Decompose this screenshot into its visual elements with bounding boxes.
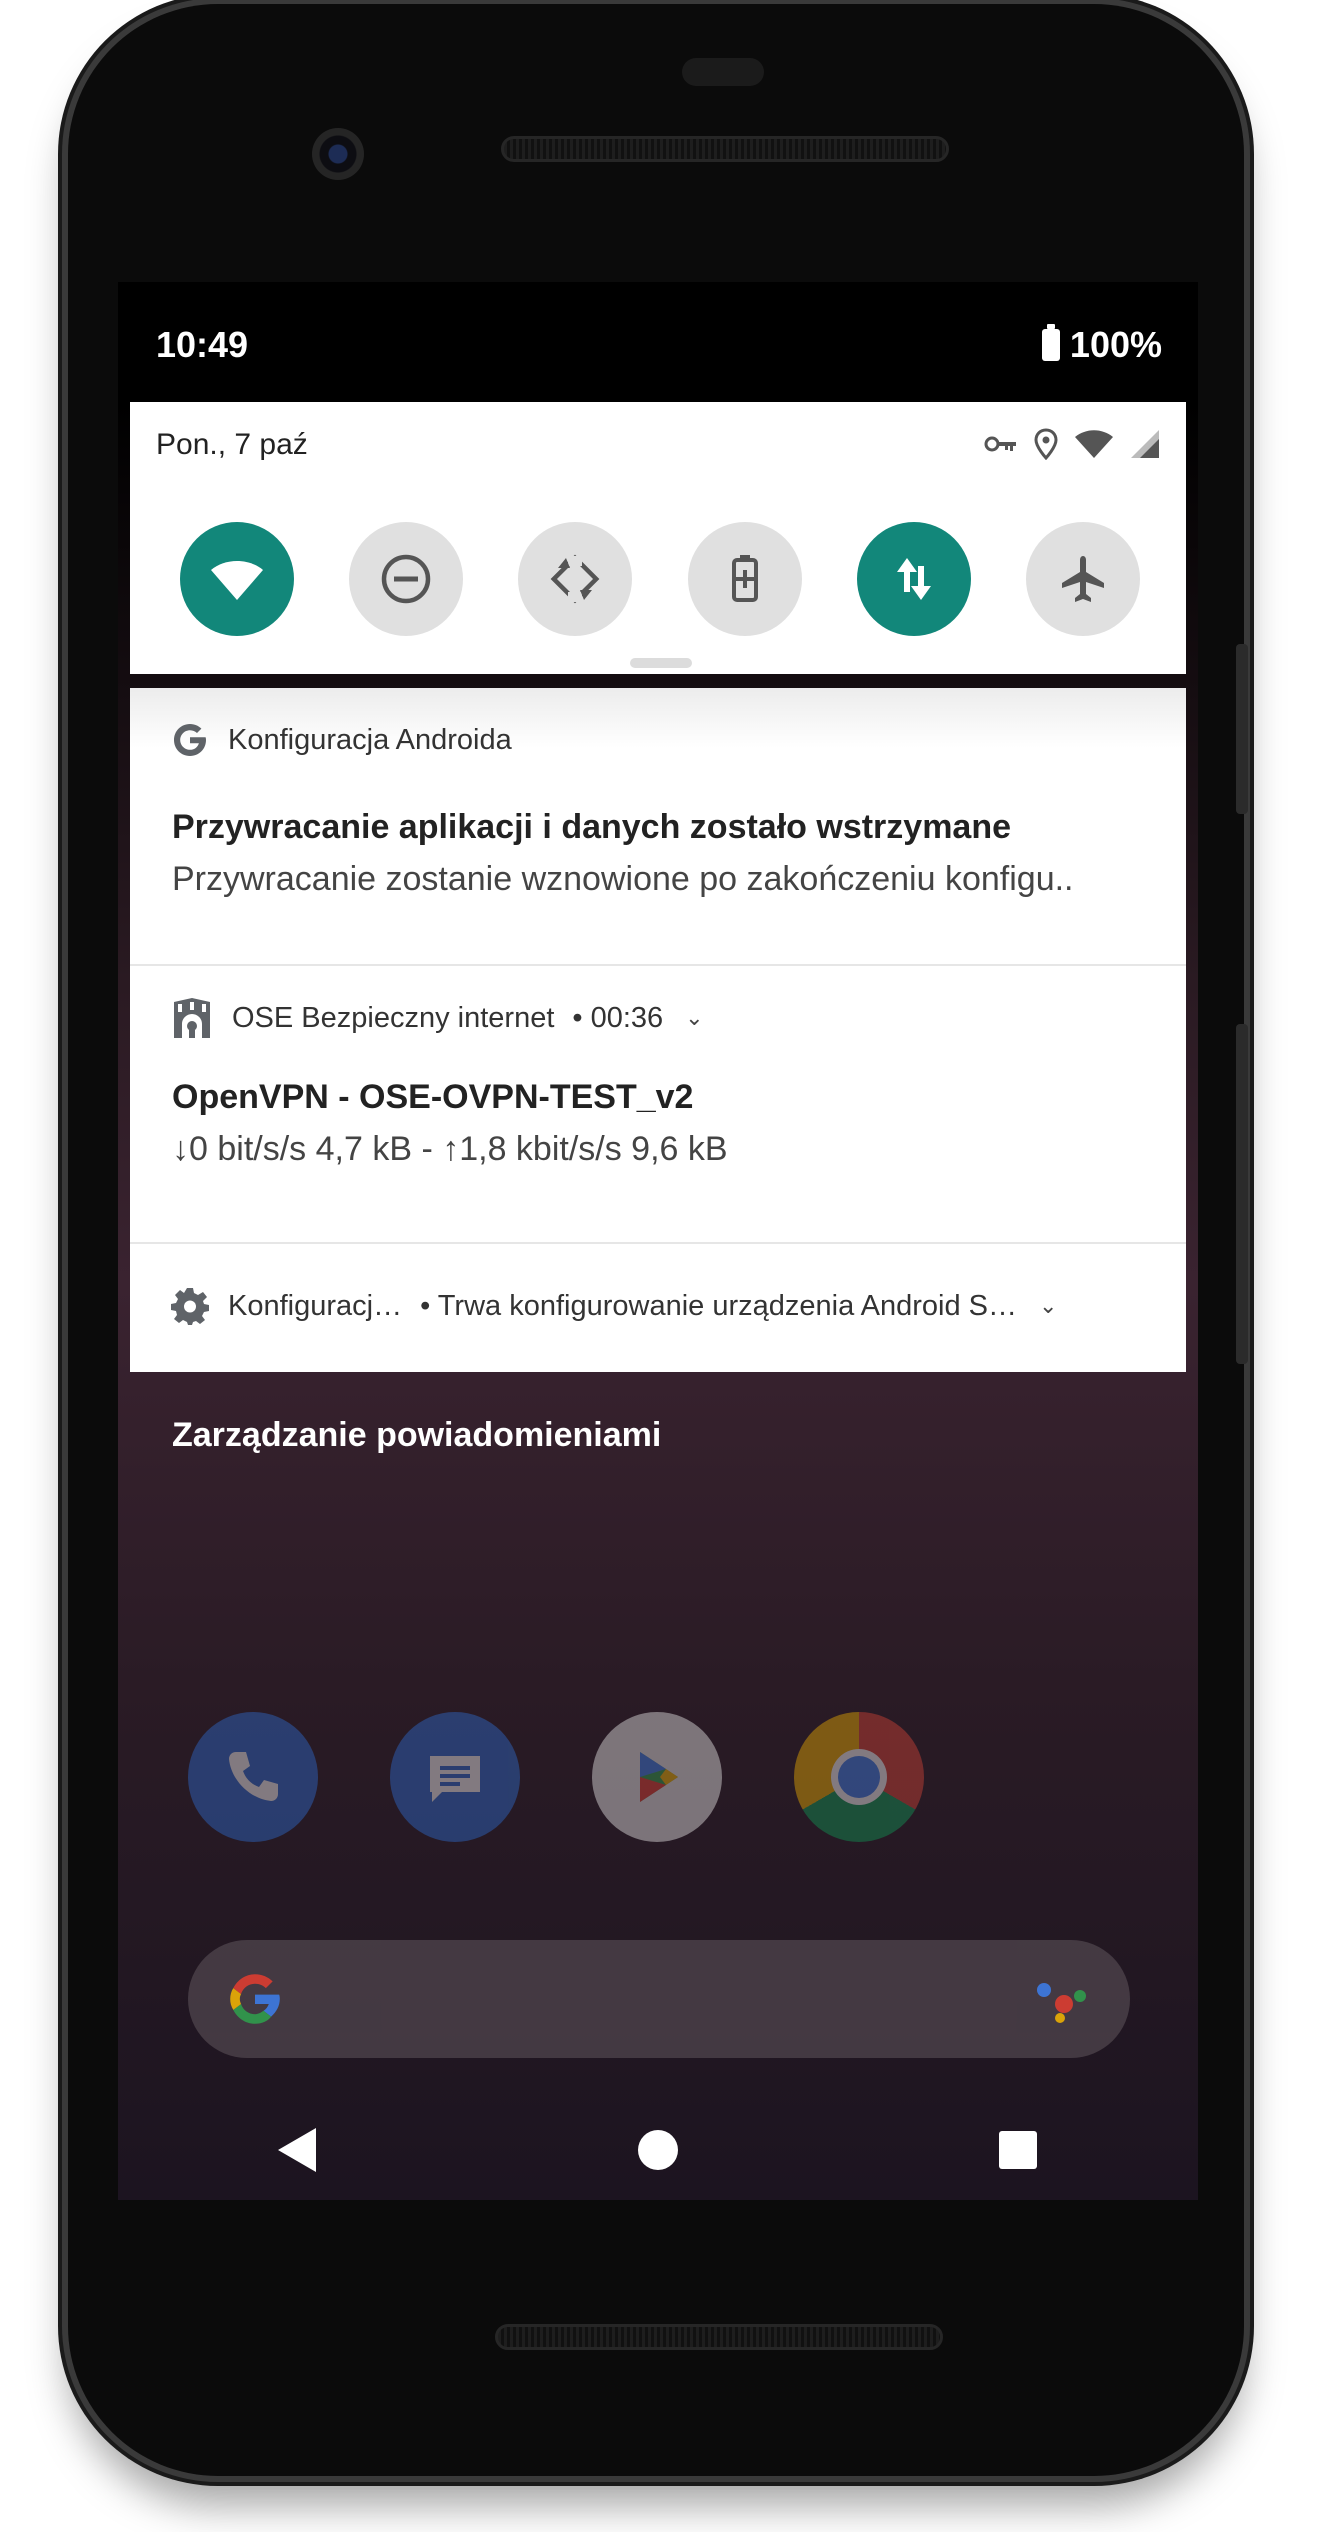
recents-button[interactable]: [973, 2105, 1063, 2195]
google-search-bar[interactable]: [188, 1940, 1130, 2058]
mobile-data-tile[interactable]: [856, 522, 971, 636]
screen: 10:49 100% Pon., 7 paź Konfiguracja Andr…: [118, 282, 1198, 2200]
notification-app-name: Konfiguracja Androida: [228, 723, 512, 756]
back-icon: [278, 2128, 316, 2172]
recents-icon: [999, 2131, 1037, 2169]
notification-header: Konfiguracj… • Trwa konfigurowanie urząd…: [170, 1286, 1057, 1326]
status-bar: 10:49 100%: [118, 282, 1198, 402]
notification-text: ↓0 bit/s/s 4,7 kB - ↑1,8 kbit/s/s 9,6 kB: [172, 1130, 728, 1168]
manage-notifications-button[interactable]: Zarządzanie powiadomieniami: [172, 1416, 661, 1455]
home-dock: [188, 1712, 928, 1846]
google-g-icon: [174, 724, 206, 756]
notification-app-name: Konfiguracj…: [228, 1289, 403, 1322]
power-button: [1236, 644, 1248, 814]
gear-icon: [171, 1288, 209, 1325]
notification-setup-summary[interactable]: Konfiguracj… • Trwa konfigurowanie urząd…: [130, 1244, 1186, 1372]
notification-app-name: OSE Bezpieczny internet: [232, 1001, 555, 1034]
messages-icon[interactable]: [390, 1712, 520, 1842]
wifi-icon: [211, 561, 263, 600]
battery-saver-icon: [731, 555, 758, 602]
battery-percent: 100%: [1069, 324, 1162, 365]
battery-saver-tile[interactable]: [687, 522, 802, 636]
expand-chevron-icon[interactable]: ⌄: [1039, 1293, 1057, 1319]
do-not-disturb-icon: [381, 554, 431, 604]
mobile-data-icon: [896, 558, 931, 600]
vpn-key-icon: [984, 436, 1016, 452]
notification-title: Przywracanie aplikacji i danych zostało …: [172, 808, 1012, 846]
battery-icon: [1041, 324, 1060, 361]
proximity-sensor: [682, 58, 764, 86]
wifi-tile[interactable]: [180, 522, 294, 636]
chrome-icon[interactable]: [794, 1712, 924, 1842]
volume-button: [1236, 1024, 1248, 1364]
back-button[interactable]: [253, 2105, 343, 2195]
notification-vpn[interactable]: OSE Bezpieczny internet • 00:36 ⌄ OpenVP…: [130, 966, 1186, 1244]
earpiece-speaker: [501, 136, 949, 162]
notification-header: Konfiguracja Androida: [170, 720, 512, 760]
do-not-disturb-tile[interactable]: [349, 522, 464, 636]
wifi-icon: [1075, 430, 1113, 458]
notification-title: OpenVPN - OSE-OVPN-TEST_v2: [172, 1078, 694, 1116]
ose-shield-icon: [174, 998, 210, 1038]
status-icons: [984, 428, 1160, 460]
auto-rotate-icon: [550, 554, 600, 604]
location-icon: [1034, 428, 1058, 460]
auto-rotate-tile[interactable]: [518, 522, 633, 636]
google-g-icon: [230, 1974, 280, 2024]
expand-chevron-icon[interactable]: ⌄: [685, 1005, 703, 1031]
assistant-icon[interactable]: [1034, 1974, 1090, 2024]
home-button[interactable]: [613, 2105, 703, 2195]
notification-summary: • Trwa konfigurowanie urządzenia Android…: [420, 1289, 1018, 1322]
notification-text: Przywracanie zostanie wznowione po zakoń…: [172, 860, 1074, 898]
home-icon: [638, 2130, 678, 2170]
cell-signal-icon: [1131, 430, 1159, 458]
quick-settings-tiles: [180, 522, 1140, 636]
front-camera: [312, 128, 364, 180]
quick-settings-panel: Pon., 7 paź: [130, 402, 1186, 674]
notification-time: • 00:36: [572, 1001, 664, 1034]
date-label: Pon., 7 paź: [156, 428, 308, 461]
airplane-icon: [1061, 556, 1104, 602]
notification-android-setup[interactable]: Konfiguracja Androida Przywracanie aplik…: [130, 688, 1186, 966]
panel-drag-handle[interactable]: [630, 658, 692, 668]
clock: 10:49: [156, 324, 249, 365]
battery-indicator: 100%: [1041, 324, 1162, 366]
bottom-speaker: [495, 2324, 943, 2350]
airplane-mode-tile[interactable]: [1025, 522, 1140, 636]
notifications-list: Konfiguracja Androida Przywracanie aplik…: [130, 688, 1186, 1372]
navigation-bar: [118, 2100, 1198, 2200]
notification-header: OSE Bezpieczny internet • 00:36 ⌄: [170, 996, 704, 1040]
phone-icon[interactable]: [188, 1712, 318, 1842]
play-store-icon[interactable]: [592, 1712, 722, 1842]
